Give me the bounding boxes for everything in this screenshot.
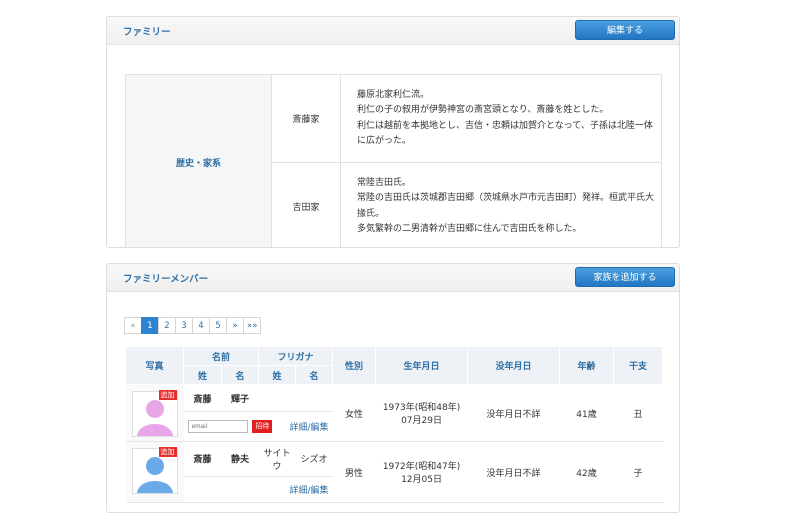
detail-edit-link[interactable]: 詳細/編集 (289, 486, 328, 496)
member-mei: 輝子 (221, 384, 259, 413)
col-eto: 干支 (613, 346, 664, 385)
add-photo-badge[interactable]: 追加 (158, 447, 177, 457)
member-gender: 男性 (332, 441, 376, 503)
member-actions: 招待 詳細/編集 (183, 411, 333, 442)
family-name-saito: 斎藤家 (271, 74, 341, 163)
birth-date: 12月05日 (401, 475, 442, 485)
email-field[interactable] (187, 420, 248, 434)
birth-year: 1972年(昭和47年) (382, 462, 461, 472)
member-kana-mei (295, 384, 333, 413)
family-description-line: 利仁は越前を本拠地とし、吉信・忠頼は加賀介となって、子孫は北陸一体 (357, 120, 653, 131)
pagination: « 1 2 3 4 5 » »» (124, 317, 262, 334)
pagination-next[interactable]: » (226, 317, 244, 334)
family-description-line: 藤原北家利仁流。 (357, 89, 430, 100)
col-age: 年齢 (559, 346, 615, 385)
member-death: 没年月日不詳 (467, 441, 560, 503)
photo-cell: 追加 (125, 441, 184, 503)
family-description-line: 常陸の吉田氏は茨城郡吉田郷（茨城県水戸市元吉田町）発祥。桓武平氏大 (357, 193, 655, 203)
family-history-table: 歴史・家系 斎藤家 藤原北家利仁流。 利仁の子の叙用が伊勢神宮の斎宮頭となり、斎… (125, 74, 662, 247)
pagination-prev[interactable]: « (124, 317, 142, 334)
pagination-last[interactable]: »» (243, 317, 262, 334)
member-death: 没年月日不詳 (467, 384, 560, 442)
photo-cell: 追加 (125, 384, 184, 442)
col-kana-mei: 名 (295, 365, 334, 385)
member-kana-mei: シズオ (295, 441, 333, 477)
col-mei: 名 (220, 365, 260, 385)
table-row: 追加 斎藤 静夫 サイト ウ シズオ 男性 1972年(昭和47年) 12月05… (125, 441, 663, 503)
col-kana-sei: 姓 (258, 365, 297, 385)
detail-edit-link[interactable]: 詳細/編集 (289, 420, 328, 433)
family-description-line: 多気繁幹の二男清幹が吉田郷に住んで吉田氏を称した。 (357, 224, 582, 234)
members-panel: ファミリーメンバー 家族を追加する « 1 2 3 4 5 » »» 写真 名前… (106, 263, 680, 513)
member-age: 41歳 (559, 384, 614, 442)
member-birth: 1972年(昭和47年) 12月05日 (375, 441, 468, 503)
pagination-page-1[interactable]: 1 (141, 317, 159, 334)
col-birth: 生年月日 (375, 346, 469, 385)
member-eto: 子 (613, 441, 663, 503)
family-description-yoshida: 常陸吉田氏。 常陸の吉田氏は茨城郡吉田郷（茨城県水戸市元吉田町）発祥。桓武平氏大… (340, 162, 662, 247)
col-name: 名前 (182, 346, 260, 366)
add-photo-badge[interactable]: 追加 (158, 390, 177, 400)
member-actions: 詳細/編集 (183, 476, 333, 504)
family-panel-header: ファミリー 編集する (107, 17, 679, 45)
member-birth: 1973年(昭和48年) 07月29日 (375, 384, 468, 442)
member-gender: 女性 (332, 384, 376, 442)
family-description-line: に広がった。 (357, 136, 412, 146)
members-panel-header: ファミリーメンバー 家族を追加する (107, 264, 679, 292)
family-description-line: 利仁の子の叙用が伊勢神宮の斎宮頭となり、斎藤を姓とした。 (357, 105, 609, 115)
pagination-page-2[interactable]: 2 (158, 317, 176, 334)
birth-date: 07月29日 (401, 416, 442, 426)
member-kana-sei: サイト ウ (258, 441, 296, 477)
family-title: ファミリー (123, 27, 171, 38)
member-age: 42歳 (559, 441, 614, 503)
col-sei: 姓 (183, 365, 222, 385)
col-furigana: フリガナ (258, 346, 334, 366)
members-table: 写真 名前 フリガナ 性別 生年月日 没年月日 年齢 干支 姓 名 姓 名 追加… (125, 346, 664, 504)
pagination-page-5[interactable]: 5 (209, 317, 227, 334)
add-family-button[interactable]: 家族を追加する (575, 267, 675, 287)
col-death: 没年月日 (467, 346, 561, 385)
family-description-line: 常陸吉田氏。 (357, 177, 412, 188)
family-panel: ファミリー 編集する 歴史・家系 斎藤家 藤原北家利仁流。 利仁の子の叙用が伊勢… (106, 16, 680, 248)
member-mei: 静夫 (221, 441, 259, 477)
family-description-line: 掾氏。 (357, 208, 385, 219)
invite-button[interactable]: 招待 (252, 420, 273, 434)
pagination-page-4[interactable]: 4 (192, 317, 210, 334)
family-description-saito: 藤原北家利仁流。 利仁の子の叙用が伊勢神宮の斎宮頭となり、斎藤を姓とした。 利仁… (340, 74, 662, 163)
table-row: 追加 斎藤 輝子 女性 1973年(昭和48年) 07月29日 没年月日不詳 4… (125, 384, 663, 442)
pagination-page-3[interactable]: 3 (175, 317, 193, 334)
members-title: ファミリーメンバー (123, 274, 209, 285)
member-sei: 斎藤 (183, 384, 222, 413)
col-gender: 性別 (332, 346, 377, 385)
family-name-yoshida: 吉田家 (271, 162, 341, 247)
history-lineage-header: 歴史・家系 (125, 74, 272, 247)
family-edit-button[interactable]: 編集する (575, 20, 675, 40)
birth-year: 1973年(昭和48年) (382, 403, 461, 413)
member-kana-sei (258, 384, 296, 413)
col-photo: 写真 (125, 346, 184, 385)
member-eto: 丑 (613, 384, 663, 442)
member-sei: 斎藤 (183, 441, 222, 477)
